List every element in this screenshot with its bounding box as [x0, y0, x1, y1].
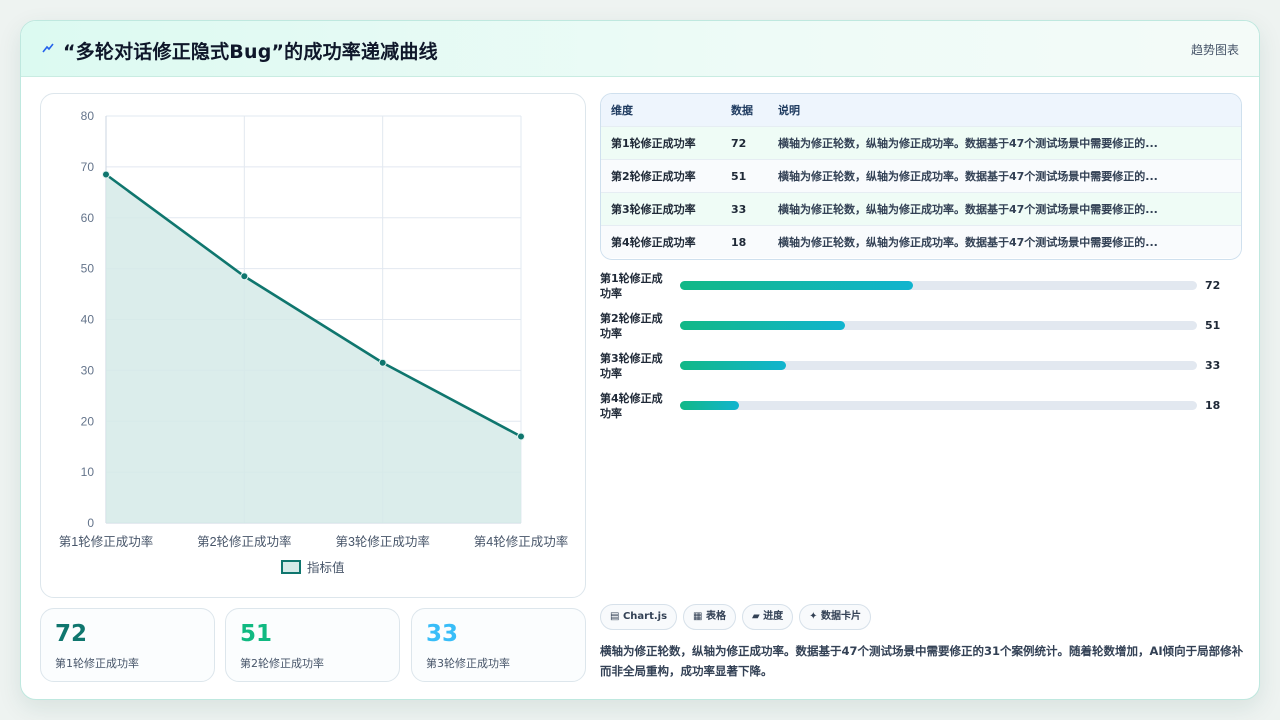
chip-data-cards[interactable]: ✦ 数据卡片 [799, 604, 872, 630]
table-cell: 横轴为修正轮数，纵轴为修正成功率。数据基于47个测试场景中需要修正的... [768, 225, 1241, 258]
progress-label: 第2轮修正成功率 [600, 312, 663, 340]
card-header: “多轮对话修正隐式Bug”的成功率递减曲线 趋势图表 [21, 21, 1259, 77]
kpi-label: 第2轮修正成功率 [240, 657, 324, 670]
table-cell: 第4轮修正成功率 [601, 225, 721, 258]
progress-value: 18 [1205, 399, 1221, 412]
table-row: 第3轮修正成功率 33 横轴为修正轮数，纵轴为修正成功率。数据基于47个测试场景… [601, 192, 1241, 226]
y-tick-label: 20 [81, 414, 95, 428]
data-point [517, 432, 525, 441]
kpi-label: 第1轮修正成功率 [55, 657, 139, 670]
kpi-card: 33 第3轮修正成功率 [411, 608, 586, 682]
progress-fill [680, 361, 786, 370]
kpi-value: 33 [426, 621, 459, 647]
table-cell: 18 [721, 225, 768, 258]
line-chart: 0 10 20 30 40 50 60 70 80 第1轮修正成功率 第2轮修正成功率 第3轮修正成功… [59, 109, 568, 575]
chip-label: 表格 [705, 611, 726, 622]
chip-label: 进度 [763, 611, 784, 622]
kpi-card: 72 第1轮修正成功率 [40, 608, 215, 682]
table-cell: 第3轮修正成功率 [601, 192, 721, 226]
progress-label: 第4轮修正成功率 [600, 392, 663, 420]
page-title: “多轮对话修正隐式Bug”的成功率递减曲线 [63, 41, 438, 63]
kpi-value: 51 [240, 621, 273, 647]
table-row: 第1轮修正成功率 72 横轴为修正轮数，纵轴为修正成功率。数据基于47个测试场景… [601, 126, 1241, 160]
progress-track [680, 281, 1197, 290]
dashboard-card: “多轮对话修正隐式Bug”的成功率递减曲线 趋势图表 0 10 20 30 40 50 60… [20, 20, 1260, 700]
progress-track [680, 321, 1197, 330]
chart-type-tag: 趋势图表 [1190, 43, 1239, 57]
data-point [102, 170, 110, 179]
kpi-card: 51 第2轮修正成功率 [225, 608, 400, 682]
series-area [106, 174, 521, 523]
progress-track [680, 401, 1197, 410]
y-tick-label: 80 [81, 109, 95, 123]
data-point [240, 272, 249, 281]
table-cell: 横轴为修正轮数，纵轴为修正成功率。数据基于47个测试场景中需要修正的... [768, 159, 1241, 193]
legend-label: 指标值 [307, 560, 345, 575]
progress-row: 第4轮修正成功率 18 [600, 391, 1240, 431]
progress-bars: 第1轮修正成功率 72 第2轮修正成功率 51 第3轮修正成功率 33 第4轮修… [600, 271, 1240, 431]
progress-value: 72 [1205, 279, 1221, 292]
y-tick-label: 40 [81, 313, 95, 327]
progress-label: 第1轮修正成功率 [600, 272, 663, 300]
table-row: 第4轮修正成功率 18 横轴为修正轮数，纵轴为修正成功率。数据基于47个测试场景… [601, 225, 1241, 258]
data-table: 维度 数据 说明 第1轮修正成功率 72 横轴为修正轮数，纵轴为修正成功率。数据… [600, 93, 1242, 260]
data-point [378, 358, 387, 367]
sparkle-icon [42, 43, 54, 53]
y-tick-label: 60 [81, 211, 95, 225]
progress-fill [680, 401, 740, 410]
progress-track [680, 361, 1197, 370]
table-cell: 横轴为修正轮数，纵轴为修正成功率。数据基于47个测试场景中需要修正的... [768, 192, 1241, 226]
progress-value: 33 [1205, 359, 1221, 372]
progress-fill [680, 281, 913, 290]
x-tick-label: 第1轮修正成功率 [59, 534, 153, 549]
y-tick-label: 50 [81, 262, 95, 276]
chip-progress[interactable]: ▰ 进度 [741, 604, 794, 630]
table-cell: 横轴为修正轮数，纵轴为修正成功率。数据基于47个测试场景中需要修正的... [768, 126, 1241, 160]
line-chart-panel: 0 10 20 30 40 50 60 70 80 第1轮修正成功率 第2轮修正成功率 第3轮修正成功… [40, 93, 586, 598]
chip-label: Chart.js [622, 611, 668, 622]
table-cell: 51 [721, 159, 768, 193]
table-row: 第2轮修正成功率 51 横轴为修正轮数，纵轴为修正成功率。数据基于47个测试场景… [601, 159, 1241, 193]
kpi-label: 第3轮修正成功率 [426, 657, 510, 670]
kpi-value: 72 [55, 621, 88, 647]
y-tick-label: 10 [81, 465, 95, 479]
column-header: 维度 [601, 94, 721, 127]
progress-row: 第1轮修正成功率 72 [600, 271, 1240, 311]
chip-label: 数据卡片 [821, 611, 862, 622]
table-cell: 33 [721, 192, 768, 226]
x-tick-label: 第4轮修正成功率 [474, 534, 568, 549]
x-tick-label: 第3轮修正成功率 [335, 534, 429, 549]
chart-description: 横轴为修正轮数，纵轴为修正成功率。数据基于47个测试场景中需要修正的31个案例统… [600, 644, 1244, 678]
progress-row: 第3轮修正成功率 33 [600, 351, 1240, 391]
chip-chartjs[interactable]: ▤ Chart.js [600, 604, 678, 630]
progress-fill [680, 321, 846, 330]
table-header-row: 维度 数据 说明 [601, 94, 1241, 127]
table-cell: 第2轮修正成功率 [601, 159, 721, 193]
y-tick-label: 0 [87, 516, 94, 530]
progress-label: 第3轮修正成功率 [600, 352, 663, 380]
legend-swatch [281, 560, 301, 574]
chip-table[interactable]: ▦ 表格 [683, 604, 736, 630]
progress-value: 51 [1205, 319, 1221, 332]
x-tick-label: 第2轮修正成功率 [197, 534, 291, 549]
y-tick-label: 30 [81, 363, 95, 377]
view-chips: ▤ Chart.js ▦ 表格 ▰ 进度 ✦ 数据卡片 [600, 604, 877, 630]
y-tick-label: 70 [81, 160, 95, 174]
column-header: 说明 [768, 94, 1241, 127]
table-cell: 第1轮修正成功率 [601, 126, 721, 160]
table-cell: 72 [721, 126, 768, 160]
column-header: 数据 [721, 94, 768, 127]
progress-row: 第2轮修正成功率 51 [600, 311, 1240, 351]
